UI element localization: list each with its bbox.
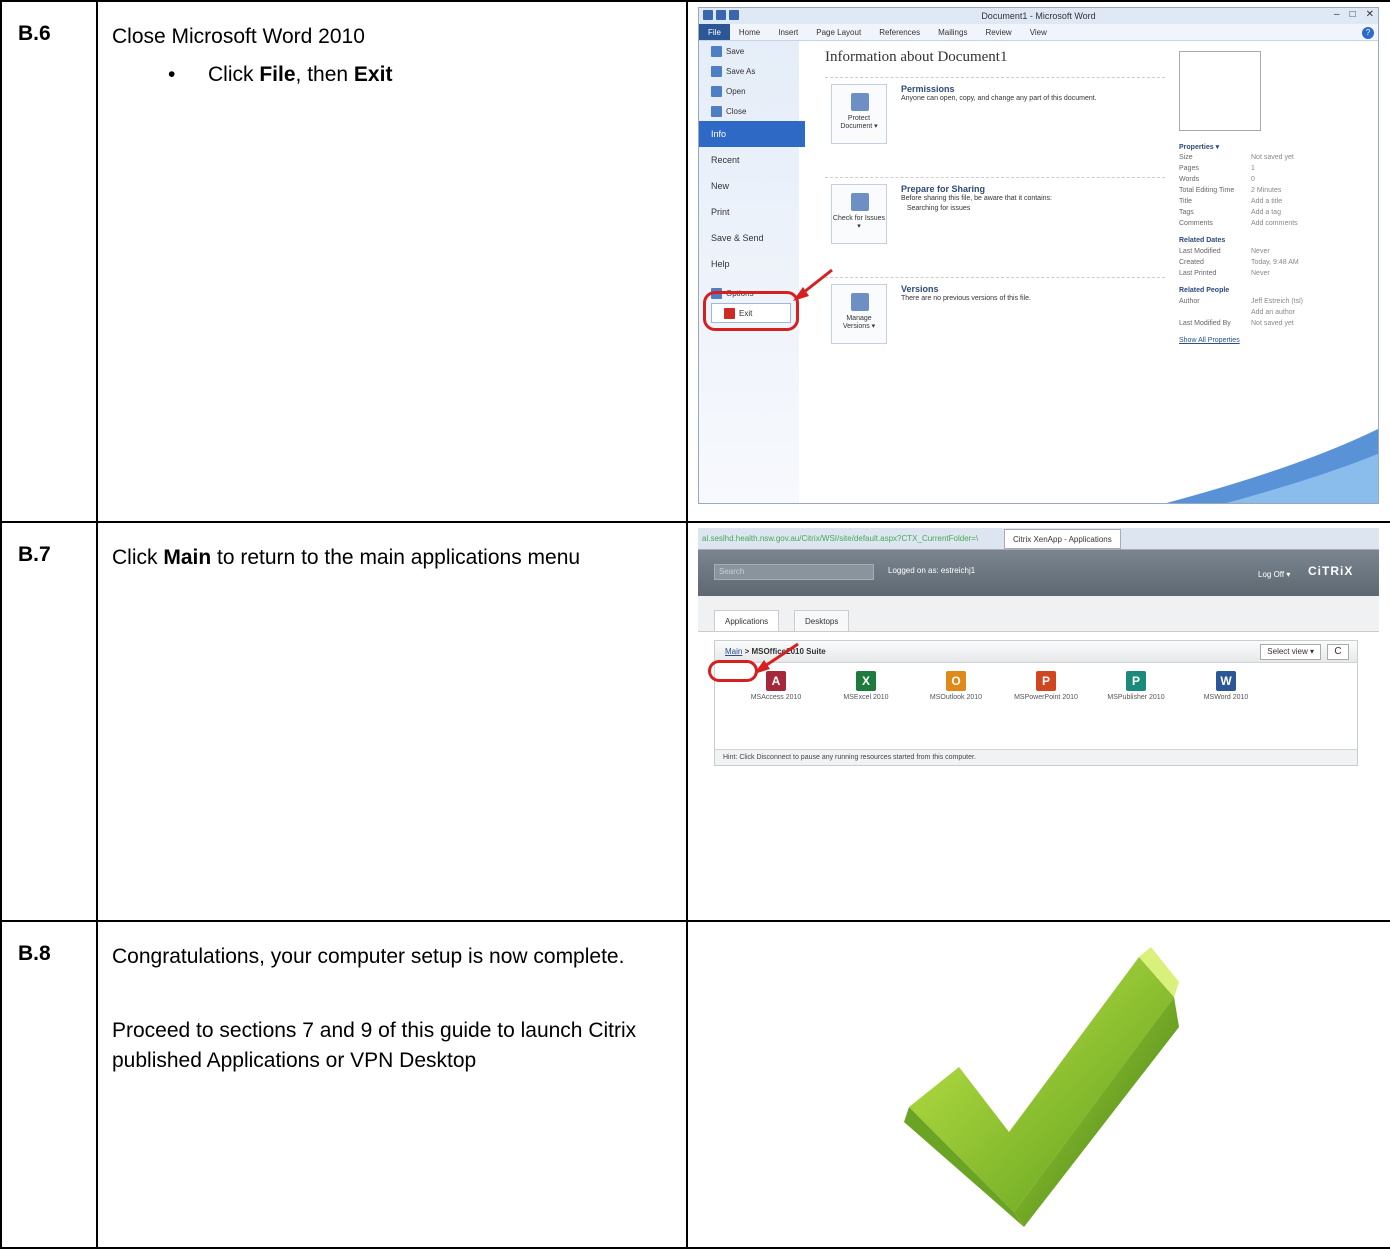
instruction-text: Click Main to return to the main applica… [112,546,581,569]
congratulations-text: Congratulations, your computer setup is … [112,945,625,968]
exit-highlight [703,291,799,331]
bullet-dot: • [168,63,176,86]
bullet-item: • Click File, then Exit [112,60,672,90]
main-highlight [708,660,758,682]
checkmark-icon [904,947,1179,1227]
step-instruction: Click Main to return to the main applica… [96,521,688,922]
instruction-text: Close Microsoft Word 2010 [112,25,365,48]
screenshot-cell: Document1 - Microsoft Word – □ ✕ File Home I… [686,0,1390,523]
screenshot-cell [686,920,1390,1249]
step-instruction: Close Microsoft Word 2010 • Click File, … [96,0,688,523]
step-instruction: Congratulations, your computer setup is … [96,920,688,1249]
step-number: B.6 [0,0,98,523]
step-table: B.6 Close Microsoft Word 2010 • Click Fi… [0,0,1390,1249]
citrix-screenshot: al.seslhd.health.nsw.gov.au/Citrix/WSI/s… [698,528,1379,778]
proceed-text: Proceed to sections 7 and 9 of this guid… [112,1019,637,1072]
red-arrow [793,268,833,301]
step-number: B.8 [0,920,98,1249]
bullet-text: Click File, then Exit [208,63,393,86]
screenshot-cell: al.seslhd.health.nsw.gov.au/Citrix/WSI/s… [686,521,1390,922]
red-arrow [754,642,799,674]
step-number: B.7 [0,521,98,922]
word-screenshot: Document1 - Microsoft Word – □ ✕ File Home I… [698,7,1379,504]
